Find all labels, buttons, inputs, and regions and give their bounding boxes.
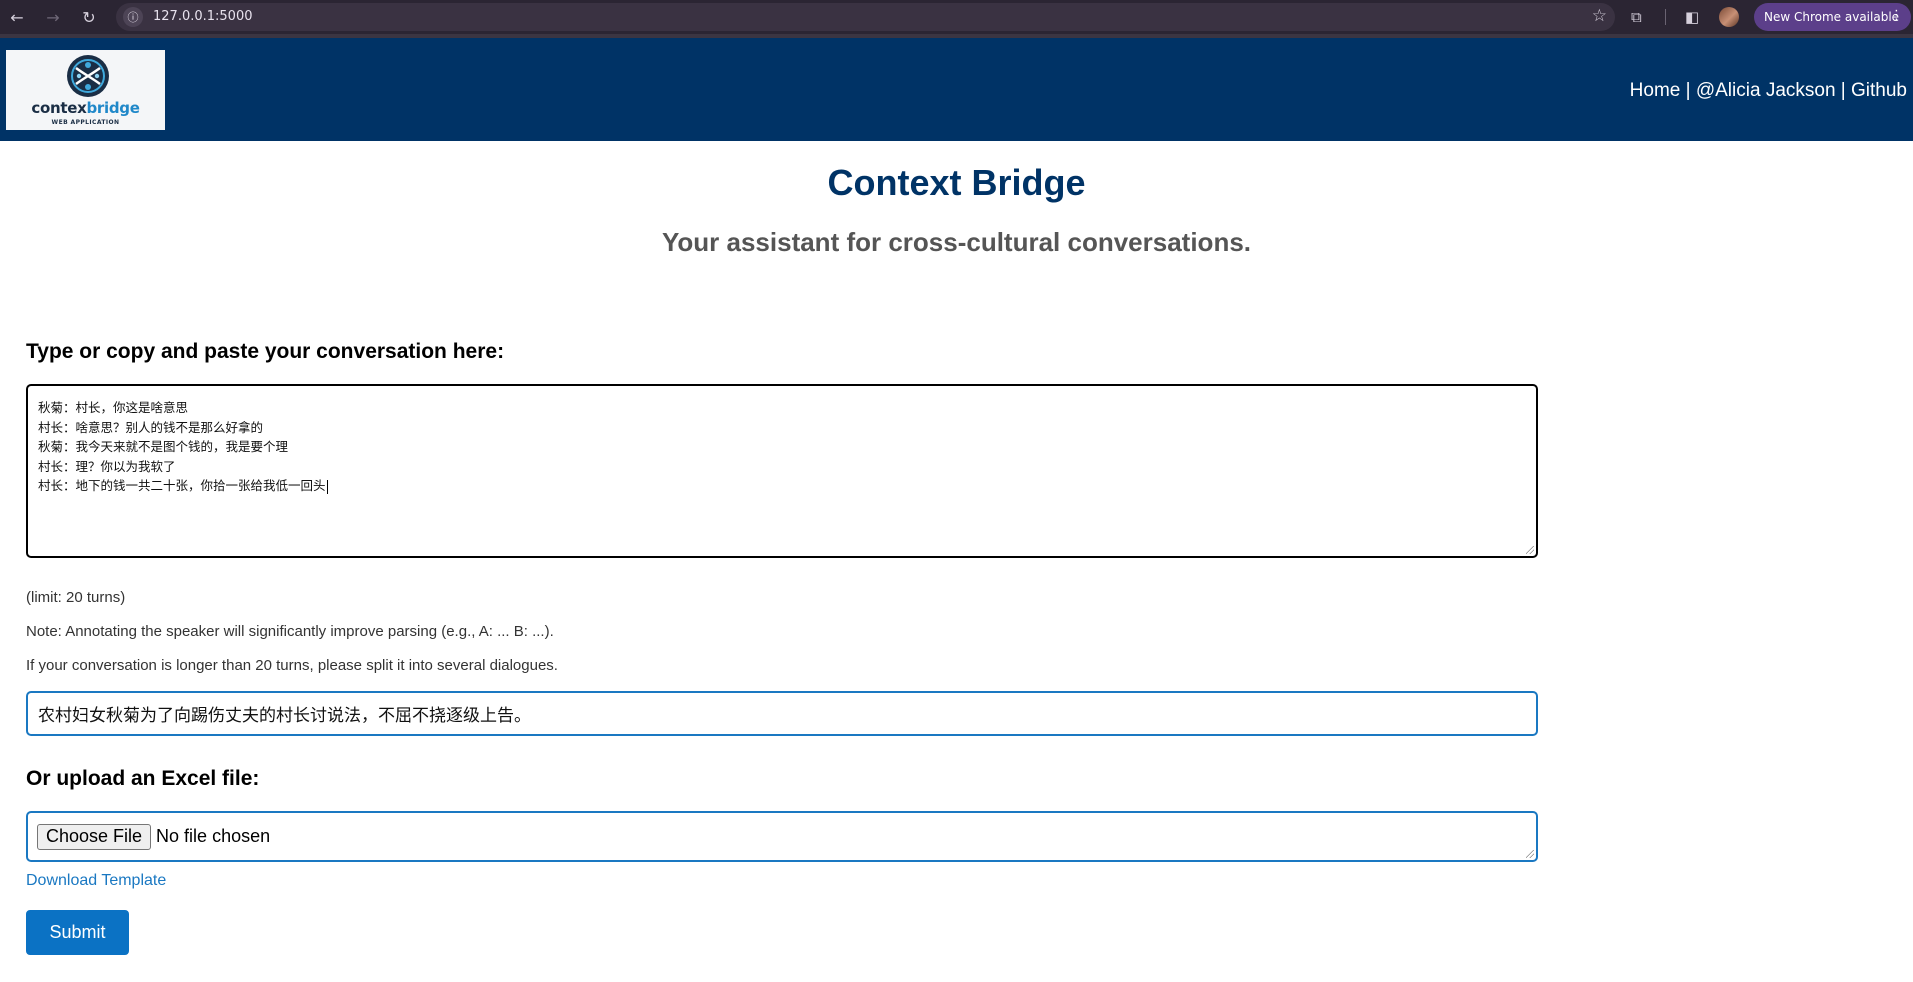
logo-subtext: WEB APPLICATION	[51, 119, 120, 126]
site-info-icon[interactable]: ⓘ	[123, 7, 143, 27]
upload-label: Or upload an Excel file:	[26, 767, 260, 790]
browser-toolbar: ← → ↻ ⓘ 127.0.0.1:5000 ☆ ⧉ ◧ New Chrome …	[0, 0, 1913, 34]
bookmark-star-icon[interactable]: ☆	[1592, 6, 1607, 26]
logo-mark-icon	[67, 55, 109, 97]
page-title: Context Bridge	[827, 162, 1086, 203]
resize-handle-icon[interactable]	[1526, 850, 1534, 858]
file-upload-field[interactable]: Choose File No file chosen	[26, 811, 1538, 862]
reload-icon[interactable]: ↻	[74, 0, 104, 34]
context-input[interactable]: 农村妇女秋菊为了向踢伤丈夫的村长讨说法，不屈不挠逐级上告。	[26, 691, 1538, 736]
conversation-line: 村长：地下的钱一共二十张，你拾一张给我低一回头	[38, 478, 326, 493]
annotation-note: Note: Annotating the speaker will signif…	[26, 623, 554, 640]
extensions-icon[interactable]: ⧉	[1631, 8, 1642, 26]
back-arrow-icon[interactable]: ←	[2, 0, 32, 34]
address-bar[interactable]: ⓘ 127.0.0.1:5000 ☆	[116, 3, 1615, 31]
conversation-line: 村长：啥意思？别人的钱不是那么好拿的	[38, 419, 264, 435]
logo-text-accent: bridge	[86, 99, 140, 117]
conversation-line: 秋菊：村长，你这是啥意思	[38, 400, 189, 415]
nav-separator: |	[1835, 80, 1852, 101]
menu-dots-icon[interactable]: ⋮	[1890, 8, 1903, 23]
side-panel-icon[interactable]: ◧	[1685, 8, 1699, 26]
nav-user-link[interactable]: @Alicia Jackson	[1696, 80, 1836, 101]
page-subtitle: Your assistant for cross-cultural conver…	[661, 227, 1252, 257]
conversation-textarea[interactable]: 秋菊：村长，你这是啥意思村长：啥意思？别人的钱不是那么好拿的秋菊：我今天来就不是…	[26, 384, 1538, 558]
conversation-line: 村长：理？你以为我软了	[38, 458, 176, 474]
submit-button[interactable]: Submit	[26, 910, 129, 955]
chrome-update-button[interactable]: New Chrome available ⋮	[1754, 3, 1911, 31]
logo[interactable]: contexbridge WEB APPLICATION	[6, 50, 165, 130]
text-caret	[326, 479, 328, 494]
nav-github-link[interactable]: Github	[1851, 80, 1907, 101]
nav-home-link[interactable]: Home	[1630, 80, 1681, 101]
top-nav: Home | @Alicia Jackson | Github	[1630, 80, 1907, 102]
url-text[interactable]: 127.0.0.1:5000	[153, 9, 253, 24]
conversation-label: Type or copy and paste your conversation…	[26, 340, 505, 363]
logo-wordmark: contexbridge	[6, 99, 165, 117]
choose-file-button[interactable]: Choose File	[37, 823, 152, 850]
update-label: New Chrome available	[1764, 10, 1900, 24]
toolbar-divider	[1665, 9, 1666, 25]
turn-limit-note: (limit: 20 turns)	[26, 589, 126, 606]
profile-avatar[interactable]	[1719, 7, 1739, 27]
nav-separator: |	[1680, 80, 1696, 101]
file-status-text: No file chosen	[156, 826, 271, 846]
forward-arrow-icon[interactable]: →	[38, 0, 68, 34]
split-note: If your conversation is longer than 20 t…	[26, 657, 558, 674]
download-template-link[interactable]: Download Template	[26, 872, 166, 890]
logo-text-main: contex	[31, 99, 87, 117]
site-header: contexbridge WEB APPLICATION Home | @Ali…	[0, 38, 1913, 141]
conversation-line: 秋菊：我今天来就不是图个钱的，我是要个理	[38, 439, 289, 454]
resize-handle-icon[interactable]	[1526, 546, 1534, 554]
context-input-value: 农村妇女秋菊为了向踢伤丈夫的村长讨说法，不屈不挠逐级上告。	[38, 706, 531, 726]
